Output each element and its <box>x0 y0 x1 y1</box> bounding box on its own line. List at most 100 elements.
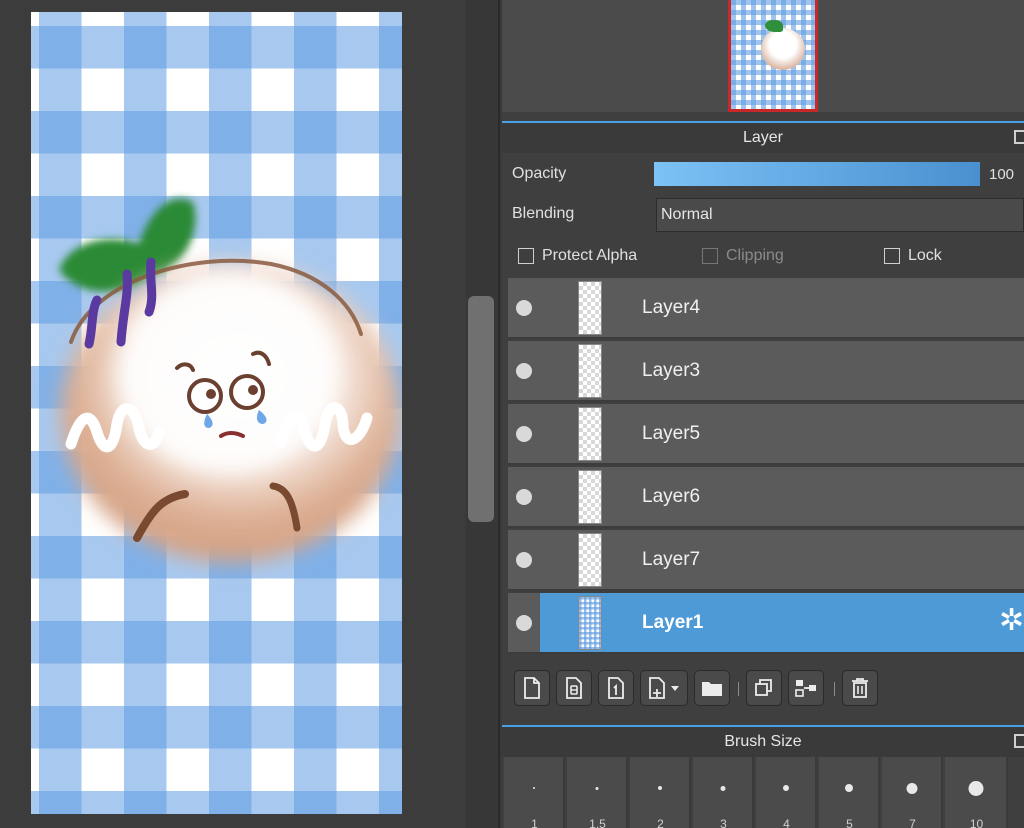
brush-dot-icon <box>968 781 983 796</box>
layer-row-layer1[interactable]: Layer1 ✲ <box>508 593 1024 654</box>
add-layer-dropdown-button[interactable] <box>640 670 688 706</box>
opacity-slider[interactable] <box>654 162 980 186</box>
new-8bit-layer-icon <box>566 677 582 699</box>
brush-size-option[interactable]: 3 <box>693 757 754 828</box>
brush-size-option[interactable]: 1.5 <box>567 757 628 828</box>
brush-size-option[interactable]: 1 <box>504 757 565 828</box>
toolbar-separator <box>738 682 739 696</box>
brush-size-option[interactable]: 4 <box>756 757 817 828</box>
merge-layer-icon <box>795 680 816 697</box>
layer-thumbnail <box>578 407 602 461</box>
brush-dot-icon <box>657 786 662 790</box>
opacity-label: Opacity <box>512 165 567 182</box>
layer-name: Layer1 <box>642 612 704 633</box>
scrollbar-thumb[interactable] <box>468 296 494 522</box>
layer-name: Layer3 <box>642 360 701 381</box>
layer-panel-header: Layer <box>502 121 1024 153</box>
panel-expand-icon[interactable] <box>1014 130 1024 144</box>
brush-size-option[interactable]: 5 <box>819 757 880 828</box>
layer-thumbnail <box>578 596 602 650</box>
brush-dot-icon <box>720 786 725 791</box>
layer-thumbnail <box>578 344 602 398</box>
layer-row-layer3[interactable]: Layer3 <box>508 341 1024 402</box>
layer-row-layer6[interactable]: Layer6 <box>508 467 1024 528</box>
visibility-toggle-icon[interactable] <box>516 426 532 442</box>
gear-icon[interactable]: ✲ <box>999 606 1024 636</box>
delete-layer-button[interactable] <box>842 670 878 706</box>
new-1bit-layer-icon <box>608 677 624 699</box>
navigator-canvas-preview[interactable] <box>728 0 818 112</box>
brush-size-option[interactable]: 10 <box>945 757 1008 828</box>
new-1bit-layer-button[interactable] <box>598 670 634 706</box>
selected-layer-highlight <box>540 593 1024 652</box>
brush-size-value: 5 <box>846 817 853 828</box>
visibility-toggle-icon[interactable] <box>516 615 532 631</box>
navigator-panel[interactable] <box>502 0 1024 112</box>
layer-thumbnail <box>578 281 602 335</box>
visibility-toggle-icon[interactable] <box>516 552 532 568</box>
brush-size-panel-header: Brush Size <box>502 725 1024 757</box>
layer-row-layer7[interactable]: Layer7 <box>508 530 1024 591</box>
drawing-canvas[interactable] <box>31 12 402 814</box>
lock-label: Lock <box>908 247 942 264</box>
brush-dot-icon <box>906 783 917 794</box>
brush-size-value: 4 <box>783 817 790 828</box>
toolbar-separator <box>834 682 835 696</box>
trash-icon <box>852 678 868 698</box>
brush-size-option[interactable]: 7 <box>882 757 943 828</box>
blending-mode-select[interactable]: Normal <box>656 198 1024 232</box>
layer-thumbnail <box>578 470 602 524</box>
new-folder-button[interactable] <box>694 670 730 706</box>
brush-size-value: 3 <box>720 817 727 828</box>
opacity-row: Opacity 100 <box>502 156 1024 194</box>
add-layer-dropdown-icon <box>649 677 679 699</box>
duplicate-layer-icon <box>755 679 772 696</box>
right-dock: Layer Opacity 100 Blending Normal Protec… <box>502 0 1024 828</box>
navigator-preview-artwork <box>761 28 805 70</box>
canvas-area[interactable] <box>0 0 466 828</box>
new-8bit-layer-button[interactable] <box>556 670 592 706</box>
blending-row: Blending Normal <box>502 196 1024 234</box>
layer-name: Layer6 <box>642 486 701 507</box>
layer-toolbar <box>502 660 1024 714</box>
folder-icon <box>702 682 722 696</box>
opacity-value[interactable]: 100 <box>989 166 1014 183</box>
lock-checkbox[interactable]: Lock <box>884 247 942 265</box>
layer-name: Layer7 <box>642 549 701 570</box>
brush-size-option[interactable]: 2 <box>630 757 691 828</box>
blending-label: Blending <box>512 205 575 222</box>
new-layer-button[interactable] <box>514 670 550 706</box>
brush-dot-icon <box>595 787 598 790</box>
brush-size-value: 2 <box>657 817 664 828</box>
navigator-preview-leaf <box>765 20 783 32</box>
merge-layer-button[interactable] <box>788 670 824 706</box>
visibility-toggle-icon[interactable] <box>516 489 532 505</box>
checkbox-box-icon <box>702 248 718 264</box>
brush-dot-icon <box>532 787 535 789</box>
visibility-toggle-icon[interactable] <box>516 363 532 379</box>
layer-panel-title: Layer <box>742 129 784 146</box>
layer-list: Layer4 Layer3 Layer5 Layer6 Layer7 Layer… <box>508 278 1024 656</box>
brush-size-panel-title: Brush Size <box>724 733 802 750</box>
clipping-checkbox[interactable]: Clipping <box>702 247 784 265</box>
brush-dot-icon <box>782 785 789 791</box>
layer-row-layer4[interactable]: Layer4 <box>508 278 1024 339</box>
layer-row-layer5[interactable]: Layer5 <box>508 404 1024 465</box>
brush-size-value: 1 <box>531 817 538 828</box>
layer-options-row: Protect Alpha Clipping Lock <box>502 236 1024 276</box>
checkbox-box-icon <box>884 248 900 264</box>
clipping-label: Clipping <box>726 247 784 264</box>
canvas-vertical-scrollbar[interactable] <box>466 0 500 828</box>
new-layer-icon <box>524 677 540 699</box>
visibility-toggle-icon[interactable] <box>516 300 532 316</box>
layer-name: Layer5 <box>642 423 701 444</box>
protect-alpha-checkbox[interactable]: Protect Alpha <box>518 247 637 265</box>
artwork-illustration <box>59 198 401 562</box>
brush-size-value: 7 <box>909 817 916 828</box>
brush-dot-icon <box>844 784 853 792</box>
panel-expand-icon[interactable] <box>1014 734 1024 748</box>
brush-size-value: 1.5 <box>589 817 606 828</box>
layer-name: Layer4 <box>642 297 701 318</box>
duplicate-layer-button[interactable] <box>746 670 782 706</box>
protect-alpha-label: Protect Alpha <box>542 247 638 264</box>
